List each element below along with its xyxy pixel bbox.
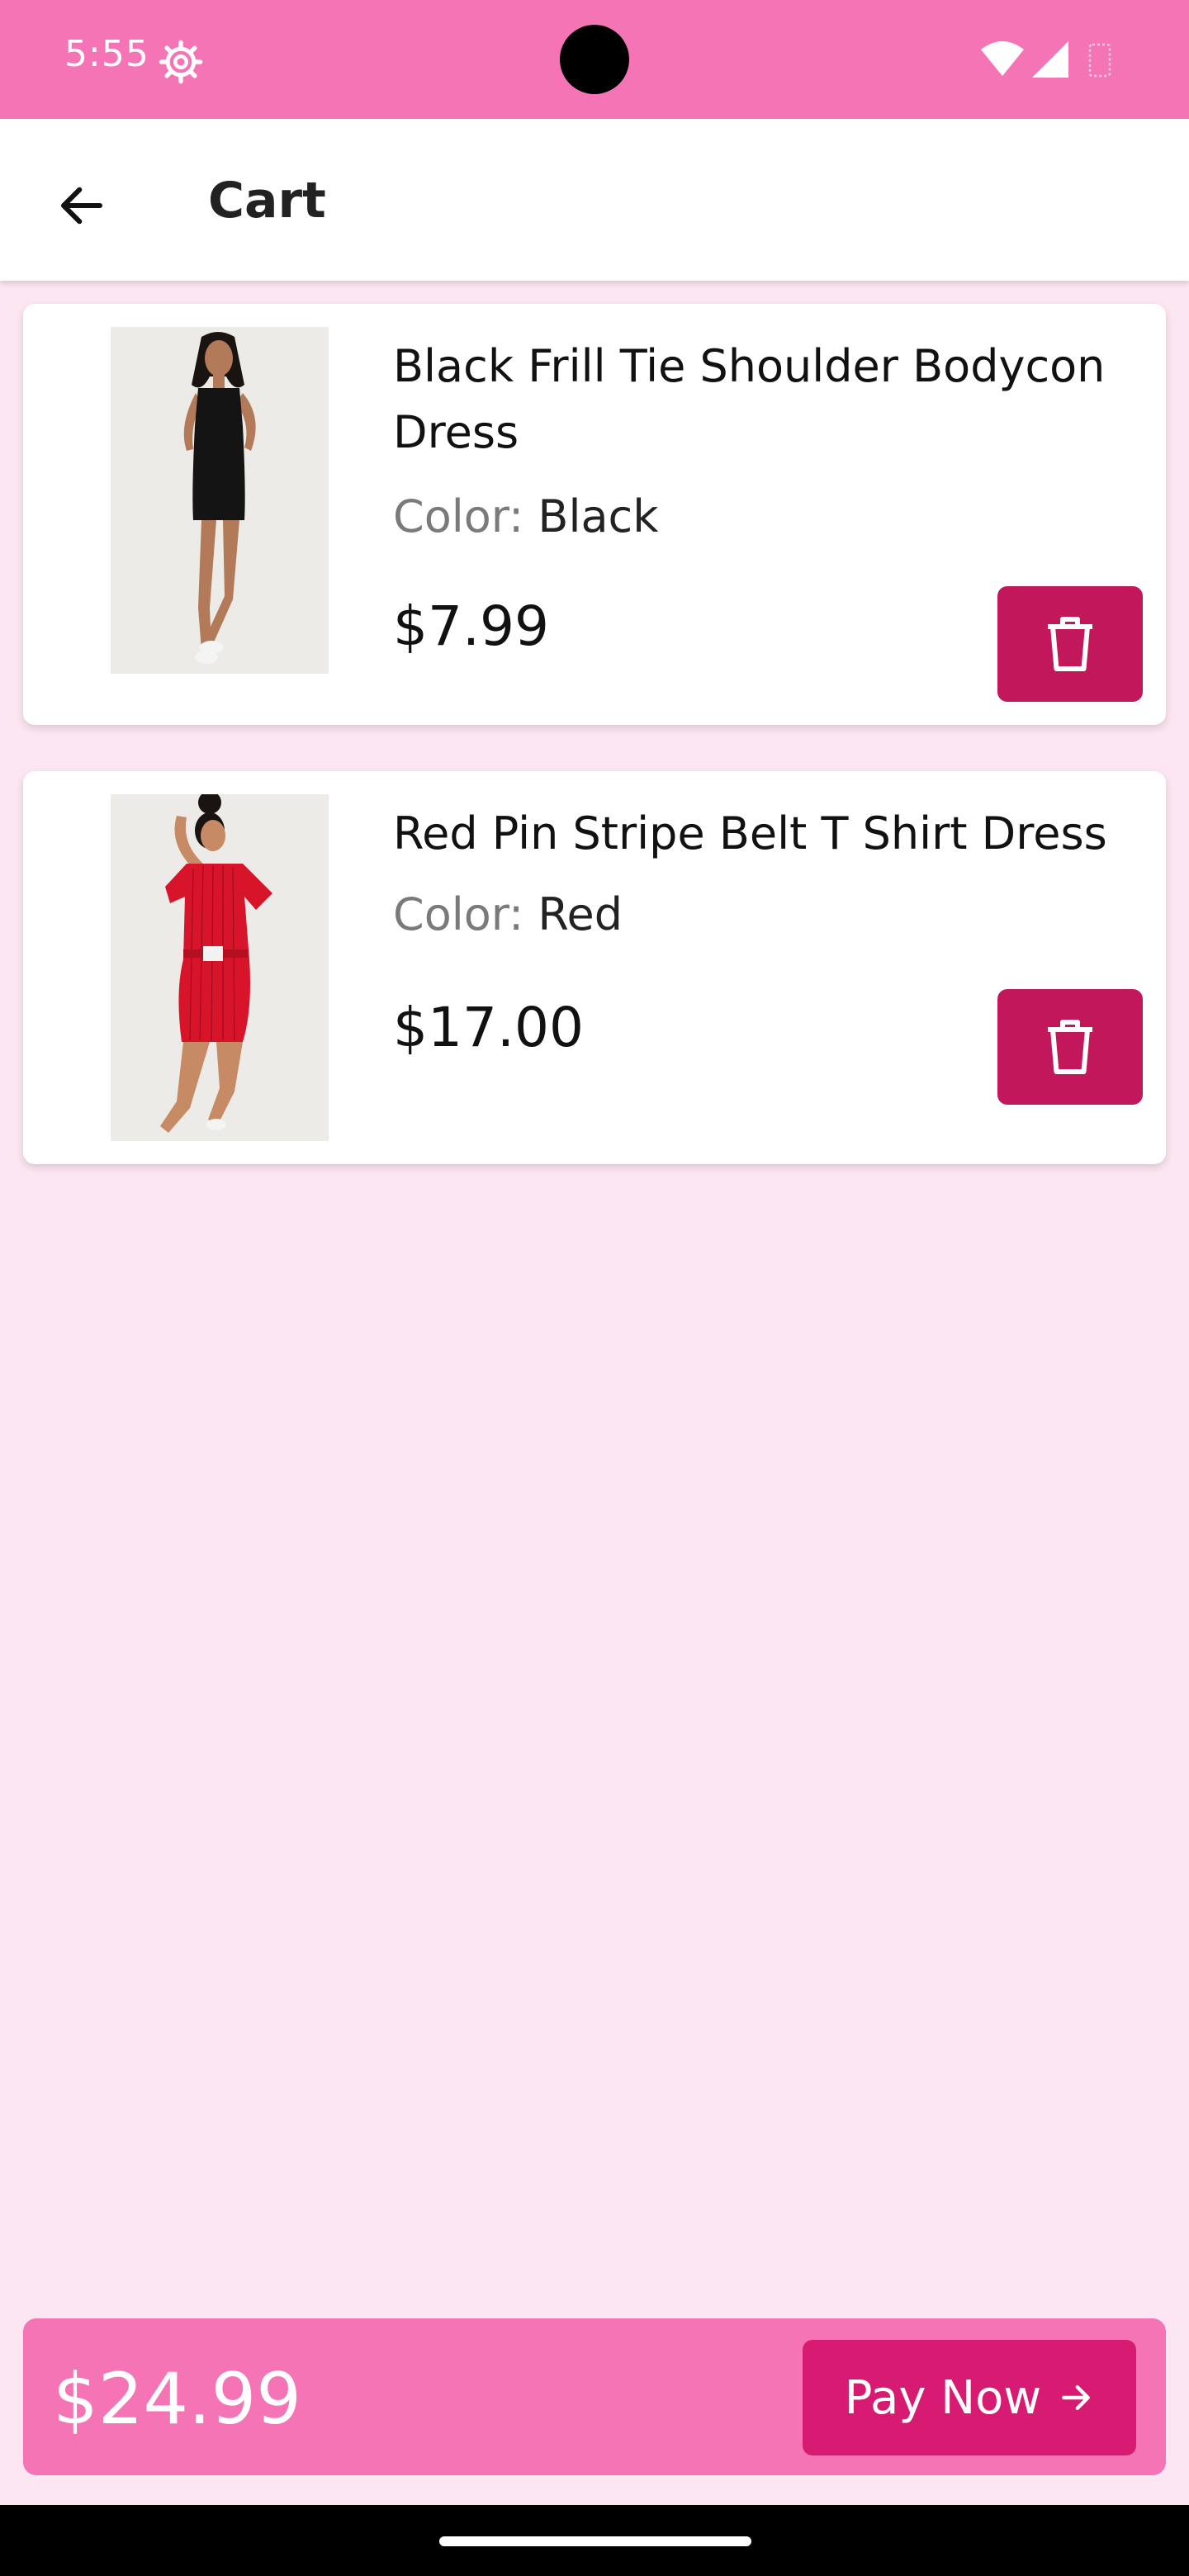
wifi-icon [981, 41, 1024, 76]
system-nav-bar [0, 2505, 1189, 2576]
signal-icon [1032, 41, 1068, 78]
page-title: Cart [208, 172, 326, 230]
color-label: Color: [393, 490, 524, 542]
color-label: Color: [393, 888, 524, 940]
checkout-bar: $24.99 Pay Now [23, 2318, 1166, 2475]
trash-icon [1048, 617, 1092, 671]
back-button[interactable] [45, 168, 119, 243]
camera-cutout [560, 25, 629, 94]
cart-item: Red Pin Stripe Belt T Shirt Dress Color:… [23, 771, 1166, 1164]
delete-item-button[interactable] [997, 586, 1143, 702]
color-value: Black [538, 490, 659, 542]
arrow-back-icon [60, 187, 103, 225]
battery-icon [1088, 43, 1111, 78]
home-indicator[interactable] [439, 2536, 751, 2546]
settings-gear-icon [159, 40, 203, 84]
pay-now-button[interactable]: Pay Now [803, 2340, 1136, 2455]
product-name[interactable]: Red Pin Stripe Belt T Shirt Dress [393, 801, 1153, 867]
pay-now-label: Pay Now [844, 2370, 1042, 2425]
delete-item-button[interactable] [997, 989, 1143, 1105]
status-time: 5:55 [64, 33, 149, 75]
product-color: Color: Red [393, 888, 623, 940]
product-image[interactable] [111, 327, 329, 674]
trash-icon [1048, 1020, 1092, 1074]
app-bar: Cart [0, 119, 1189, 281]
product-name[interactable]: Black Frill Tie Shoulder Bodycon Dress [393, 334, 1153, 466]
product-image[interactable] [111, 794, 329, 1141]
color-value: Red [538, 888, 623, 940]
status-bar: 5:55 [0, 0, 1189, 119]
product-color: Color: Black [393, 490, 659, 542]
arrow-forward-icon [1062, 2384, 1091, 2411]
product-price: $17.00 [393, 996, 584, 1059]
cart-item: Black Frill Tie Shoulder Bodycon Dress C… [23, 304, 1166, 725]
cart-total: $24.99 [53, 2358, 301, 2441]
product-price: $7.99 [393, 594, 549, 658]
